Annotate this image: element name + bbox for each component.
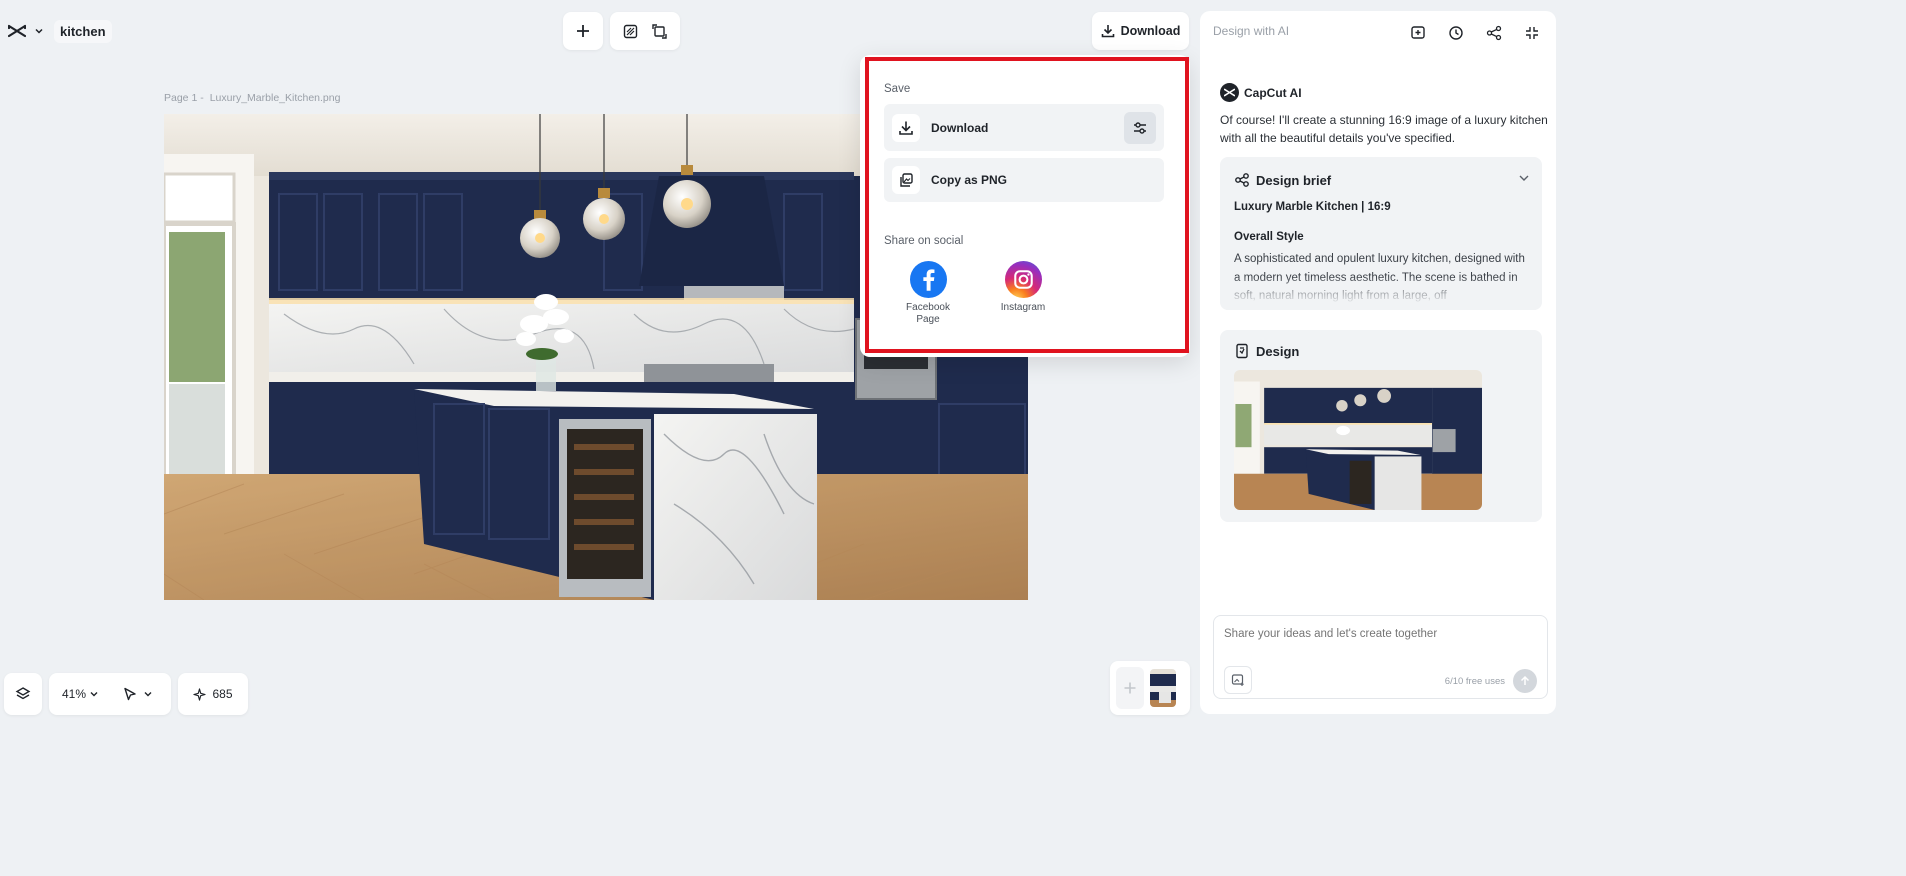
save-heading: Save xyxy=(884,83,911,95)
design-brief-title: Design brief xyxy=(1234,172,1331,188)
page-number-label: Page 1 - xyxy=(164,92,204,104)
ai-message: Of course! I'll create a stunning 16:9 i… xyxy=(1220,113,1548,145)
instagram-icon xyxy=(1004,261,1042,298)
credits-counter[interactable]: 685 xyxy=(178,673,248,715)
design-card: Design xyxy=(1220,330,1542,522)
new-chat-button[interactable] xyxy=(1406,21,1430,45)
file-name[interactable]: Luxury_Marble_Kitchen.png xyxy=(210,92,341,104)
share-social-heading: Share on social xyxy=(884,235,964,247)
share-facebook-button[interactable]: Facebook Page xyxy=(893,261,963,325)
design-brief-subtitle: Luxury Marble Kitchen | 16:9 xyxy=(1234,201,1391,213)
layers-icon xyxy=(15,687,31,700)
download-icon xyxy=(1101,25,1114,38)
pointer-tool-dropdown[interactable] xyxy=(123,687,153,701)
copy-as-png-option[interactable]: Copy as PNG xyxy=(884,158,1164,202)
chevron-down-icon[interactable] xyxy=(34,25,44,37)
design-title: Design xyxy=(1234,343,1299,359)
background-icon xyxy=(623,24,638,38)
instagram-label: Instagram xyxy=(1000,302,1046,313)
design-thumbnail[interactable] xyxy=(1234,370,1482,510)
brief-fade xyxy=(1220,276,1542,310)
design-brief-icon xyxy=(1235,173,1249,187)
project-name[interactable]: kitchen xyxy=(54,19,112,43)
sparkle-icon xyxy=(193,687,207,701)
history-button[interactable] xyxy=(1444,21,1468,45)
history-icon xyxy=(1449,26,1463,40)
prompt-box: 6/10 free uses xyxy=(1213,615,1548,699)
design-brief-label: Design brief xyxy=(1256,172,1332,188)
facebook-icon xyxy=(909,261,947,298)
canvas-tools xyxy=(610,12,680,50)
download-button-label: Download xyxy=(1120,24,1181,38)
download-option-label: Download xyxy=(931,120,989,135)
copy-image-icon xyxy=(892,166,920,194)
new-chat-icon xyxy=(1411,26,1425,39)
add-image-icon xyxy=(1231,674,1244,686)
background-tool-button[interactable] xyxy=(619,19,643,43)
share-button[interactable] xyxy=(1482,21,1506,45)
layers-button[interactable] xyxy=(4,673,42,715)
ai-author-name: CapCut AI xyxy=(1244,85,1302,100)
download-button[interactable]: Download xyxy=(1092,12,1189,50)
page-label: Page 1 - Luxury_Marble_Kitchen.png xyxy=(164,92,340,104)
design-icon xyxy=(1236,343,1248,359)
collapse-panel-button[interactable] xyxy=(1520,21,1544,45)
chevron-down-icon xyxy=(144,692,152,697)
share-icon xyxy=(1486,25,1502,41)
panel-actions xyxy=(1406,21,1544,45)
chevron-down-icon[interactable] xyxy=(1518,171,1530,189)
prompt-input[interactable] xyxy=(1224,628,1524,640)
send-button[interactable] xyxy=(1513,669,1537,693)
settings-sliders-icon xyxy=(1134,122,1146,134)
share-instagram-button[interactable]: Instagram xyxy=(988,261,1058,314)
resize-tool-button[interactable] xyxy=(648,19,672,43)
download-icon xyxy=(892,113,920,142)
cursor-arrow-icon xyxy=(124,687,136,701)
download-option[interactable]: Download xyxy=(884,104,1164,151)
chevron-down-icon xyxy=(90,692,98,697)
panel-title: Design with AI xyxy=(1213,24,1290,38)
design-label: Design xyxy=(1256,343,1300,359)
add-image-button[interactable] xyxy=(1224,666,1252,694)
plus-icon xyxy=(577,25,589,37)
zoom-controls: 41% xyxy=(49,673,171,715)
add-button[interactable] xyxy=(563,12,603,50)
download-popover: Save Download Copy as PNG Share on socia… xyxy=(860,55,1190,357)
collapse-icon xyxy=(1526,27,1538,39)
free-uses-counter: 6/10 free uses xyxy=(1444,676,1505,687)
plus-icon xyxy=(1124,682,1136,694)
ai-author: CapCut AI xyxy=(1220,83,1302,102)
zoom-level: 41% xyxy=(62,687,87,701)
zoom-dropdown[interactable]: 41% xyxy=(62,687,99,701)
facebook-label: Facebook Page xyxy=(906,302,950,325)
credits-value: 685 xyxy=(212,687,233,701)
arrow-up-icon xyxy=(1520,675,1530,685)
design-brief-section-title: Overall Style xyxy=(1234,231,1304,243)
add-page-button[interactable] xyxy=(1116,667,1144,709)
download-settings-button[interactable] xyxy=(1124,112,1156,144)
brand-menu[interactable]: kitchen xyxy=(0,12,112,50)
copy-as-png-label: Copy as PNG xyxy=(931,173,1008,187)
pages-strip xyxy=(1110,661,1190,715)
design-brief-card[interactable]: Design brief Luxury Marble Kitchen | 16:… xyxy=(1220,157,1542,310)
capcut-logo-icon xyxy=(8,21,26,41)
capcut-ai-avatar-icon xyxy=(1220,83,1239,102)
page-thumbnail[interactable] xyxy=(1150,669,1176,707)
resize-icon xyxy=(652,23,667,39)
ai-panel: Design with AI CapCut AI Of course! I'll… xyxy=(1200,11,1556,714)
